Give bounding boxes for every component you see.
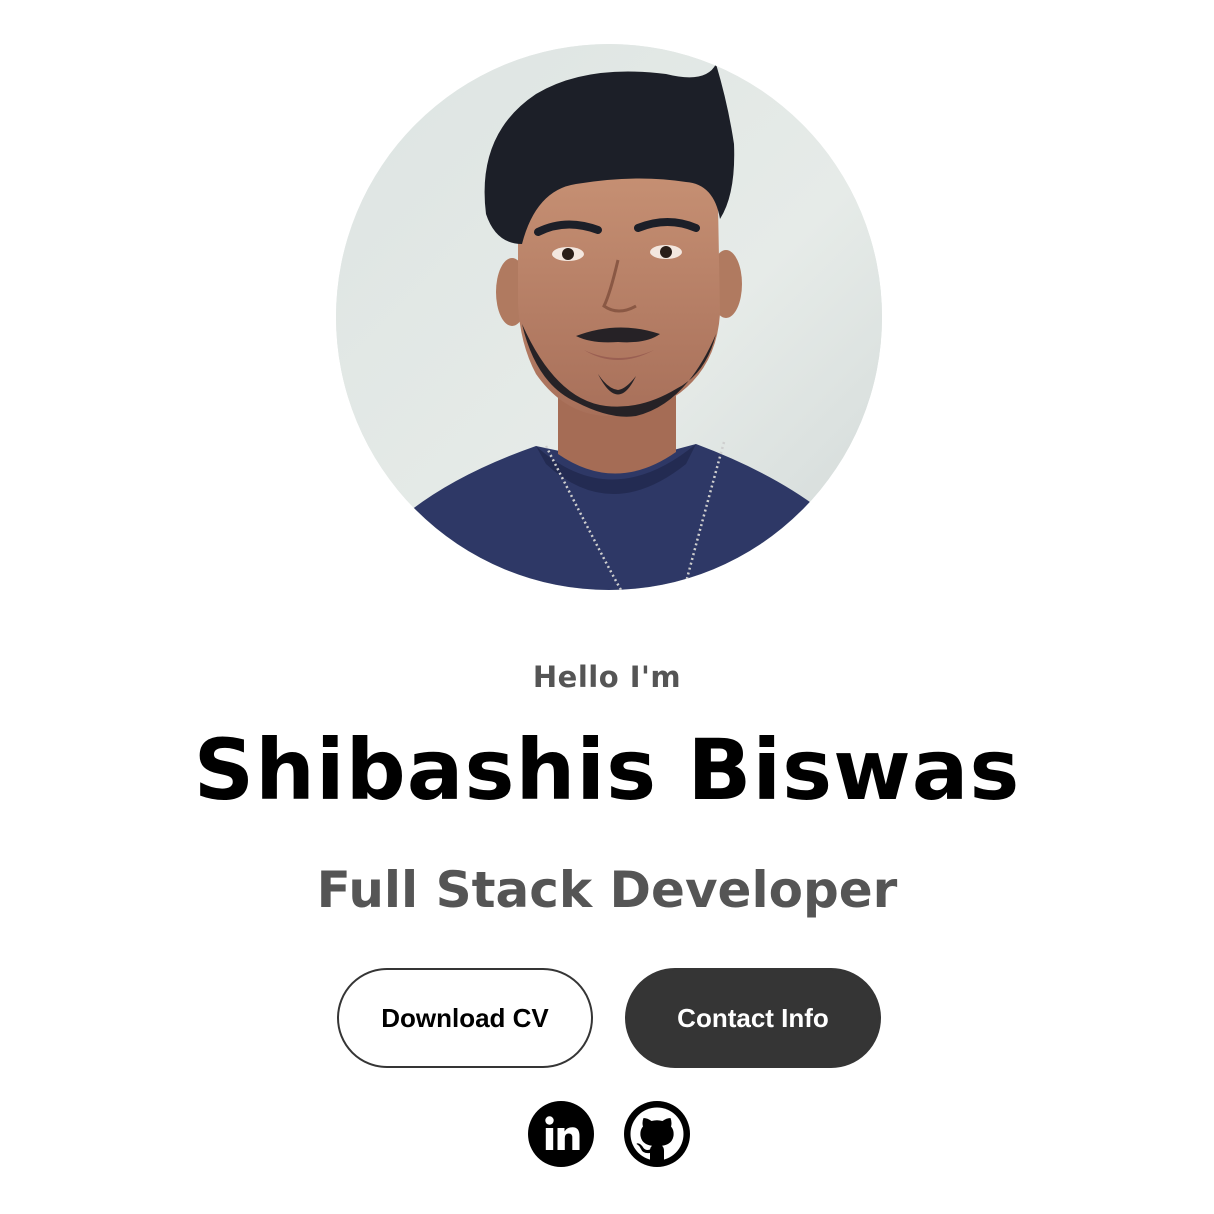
hero-section: Hello I'm Shibashis Biswas Full Stack De… [0, 0, 1214, 1214]
github-icon[interactable] [624, 1101, 690, 1167]
greeting-text: Hello I'm [532, 660, 682, 694]
profile-photo [336, 44, 882, 590]
person-name: Shibashis Biswas [193, 721, 1021, 819]
linkedin-icon[interactable] [528, 1101, 594, 1167]
contact-info-button[interactable]: Contact Info [625, 968, 881, 1068]
job-title: Full Stack Developer [316, 861, 898, 919]
download-cv-button[interactable]: Download CV [337, 968, 593, 1068]
